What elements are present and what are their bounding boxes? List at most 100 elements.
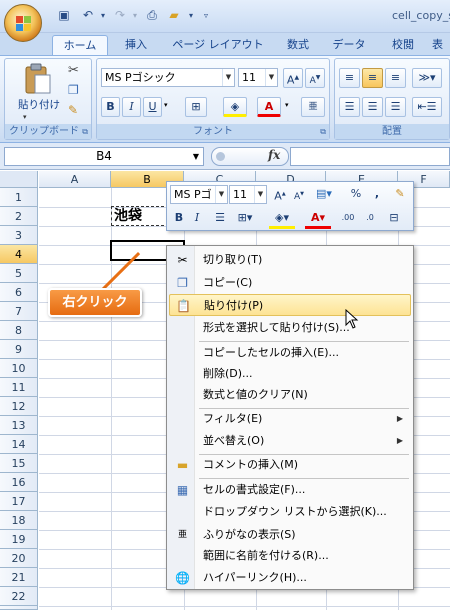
orientation-button[interactable]: ≫▾ <box>412 68 442 88</box>
chevron-down-icon[interactable]: ▼ <box>215 186 227 203</box>
shrink-font-button[interactable]: A▼ <box>291 185 307 203</box>
phonetic-guide-button[interactable]: 亜 <box>301 97 325 117</box>
paste-icon[interactable] <box>23 63 53 95</box>
column-header[interactable]: A <box>39 171 111 188</box>
row-header[interactable]: 1 <box>0 188 38 207</box>
font-size-combo[interactable]: 11 ▼ <box>238 68 278 87</box>
row-header[interactable]: 12 <box>0 397 38 416</box>
office-button[interactable] <box>4 4 42 42</box>
open-folder-icon[interactable]: ▰ <box>166 8 182 23</box>
tab-review[interactable]: 校閲 <box>382 35 424 55</box>
row-header[interactable]: 15 <box>0 454 38 473</box>
row-header[interactable]: 11 <box>0 378 38 397</box>
select-all-corner[interactable] <box>0 171 38 188</box>
italic-button[interactable]: I <box>122 97 141 117</box>
dialog-launcher-icon[interactable]: ⧉ <box>320 127 326 137</box>
align-center-button[interactable]: ☰ <box>362 97 383 117</box>
align-right-button[interactable]: ☰ <box>385 97 406 117</box>
font-color-icon[interactable]: A▾ <box>305 209 331 229</box>
menu-item-paste-special[interactable]: 形式を選択して貼り付け(S)... <box>169 317 411 339</box>
copy-icon[interactable]: ❐ <box>68 83 79 97</box>
row-header[interactable]: 13 <box>0 416 38 435</box>
chevron-down-icon[interactable]: ▼ <box>222 69 234 86</box>
decrease-decimal-icon[interactable]: .0 <box>361 209 379 227</box>
menu-item-copy[interactable]: ❐ コピー(C) <box>169 272 411 294</box>
cut-icon[interactable]: ✂ <box>68 63 79 78</box>
font-color-dropdown-icon[interactable]: ▾ <box>285 101 289 109</box>
align-middle-button[interactable]: ≡ <box>362 68 383 88</box>
row-header[interactable]: 7 <box>0 302 38 321</box>
percent-button[interactable]: % <box>349 185 363 203</box>
row-header[interactable]: 10 <box>0 359 38 378</box>
paste-button-label[interactable]: 貼り付け <box>15 97 63 112</box>
chevron-down-icon[interactable]: ▼ <box>265 69 277 86</box>
row-header[interactable]: 21 <box>0 568 38 587</box>
merge-cells-icon[interactable]: ⊟ <box>385 209 403 227</box>
comma-button[interactable]: , <box>370 185 384 203</box>
chevron-down-icon[interactable]: ▼ <box>254 186 266 203</box>
tab-view[interactable]: 表 <box>432 35 450 55</box>
borders-icon[interactable]: ⊞▾ <box>233 209 257 227</box>
align-left-button[interactable]: ☰ <box>339 97 360 117</box>
undo-icon[interactable]: ↶ <box>80 8 96 23</box>
row-header[interactable]: 20 <box>0 549 38 568</box>
paste-dropdown-icon[interactable]: ▾ <box>23 113 27 121</box>
row-header[interactable]: 16 <box>0 473 38 492</box>
italic-button[interactable]: I <box>189 209 205 227</box>
grow-font-button[interactable]: A▲ <box>271 185 289 203</box>
align-top-button[interactable]: ≡ <box>339 68 360 88</box>
row-header[interactable]: 8 <box>0 321 38 340</box>
decrease-indent-button[interactable]: ⇤☰ <box>412 97 442 117</box>
menu-item-paste[interactable]: 📋 貼り付け(P) <box>169 294 411 316</box>
tab-formulas[interactable]: 数式 <box>278 35 318 55</box>
menu-item-insert-copied-cells[interactable]: コピーしたセルの挿入(E)... <box>169 342 411 364</box>
align-bottom-button[interactable]: ≡ <box>385 68 406 88</box>
shrink-font-button[interactable]: A▼ <box>305 68 325 88</box>
row-header[interactable]: 4 <box>0 245 38 264</box>
undo-dropdown-icon[interactable]: ▾ <box>95 8 111 23</box>
expand-handle-icon[interactable] <box>216 152 225 161</box>
row-header[interactable]: 2 <box>0 207 38 226</box>
row-header[interactable]: 5 <box>0 264 38 283</box>
dialog-launcher-icon[interactable]: ⧉ <box>82 127 88 137</box>
row-header[interactable]: 18 <box>0 511 38 530</box>
menu-item-clear-contents[interactable]: 数式と値のクリア(N) <box>169 384 411 406</box>
menu-item-delete[interactable]: 削除(D)... <box>169 363 411 385</box>
tab-home[interactable]: ホーム <box>52 35 108 55</box>
redo-icon[interactable]: ↷ <box>112 8 128 23</box>
row-header[interactable]: 9 <box>0 340 38 359</box>
menu-item-cut[interactable]: ✂ 切り取り(T) <box>169 249 411 271</box>
menu-item-show-phonetic[interactable]: 亜 ふりがなの表示(S) <box>169 524 411 546</box>
menu-item-pick-from-dropdown[interactable]: ドロップダウン リストから選択(K)... <box>169 501 411 523</box>
menu-item-define-name[interactable]: 範囲に名前を付ける(R)... <box>169 545 411 567</box>
row-header[interactable]: 6 <box>0 283 38 302</box>
grow-font-button[interactable]: A▲ <box>283 68 303 88</box>
formula-input[interactable] <box>290 147 450 166</box>
row-header[interactable]: 3 <box>0 226 38 245</box>
menu-item-sort[interactable]: 並べ替え(O) ▶ <box>169 430 411 452</box>
borders-button[interactable]: ⊞ <box>185 97 207 117</box>
menu-item-filter[interactable]: フィルタ(E) ▶ <box>169 408 411 430</box>
row-header[interactable]: 23 <box>0 606 38 610</box>
tab-data[interactable]: データ <box>326 35 372 55</box>
customize-qat-icon[interactable]: ▿ <box>198 8 214 23</box>
bold-button[interactable]: B <box>101 97 120 117</box>
print-preview-icon[interactable]: ⎙ <box>144 8 160 23</box>
row-header[interactable]: 14 <box>0 435 38 454</box>
menu-item-insert-comment[interactable]: ▬ コメントの挿入(M) <box>169 454 411 476</box>
save-icon[interactable]: ▣ <box>56 8 72 23</box>
open-dropdown-icon[interactable]: ▾ <box>183 8 199 23</box>
redo-dropdown-icon[interactable]: ▾ <box>127 8 143 23</box>
insert-function-button[interactable]: fx <box>268 148 280 162</box>
increase-decimal-icon[interactable]: .00 <box>339 209 357 227</box>
tab-insert[interactable]: 挿入 <box>116 35 156 55</box>
accounting-format-icon[interactable]: ▤▾ <box>313 185 335 203</box>
mini-font-size-combo[interactable]: 11 ▼ <box>229 185 267 204</box>
align-center-icon[interactable]: ☰ <box>211 209 229 227</box>
font-color-button[interactable]: A <box>257 97 281 117</box>
font-name-combo[interactable]: MS Pゴシック ▼ <box>101 68 235 87</box>
mini-font-name-combo[interactable]: MS Pゴ ▼ <box>170 185 228 204</box>
format-painter-icon[interactable]: ✎ <box>68 103 78 117</box>
row-header[interactable]: 22 <box>0 587 38 606</box>
underline-dropdown-icon[interactable]: ▾ <box>164 101 168 109</box>
